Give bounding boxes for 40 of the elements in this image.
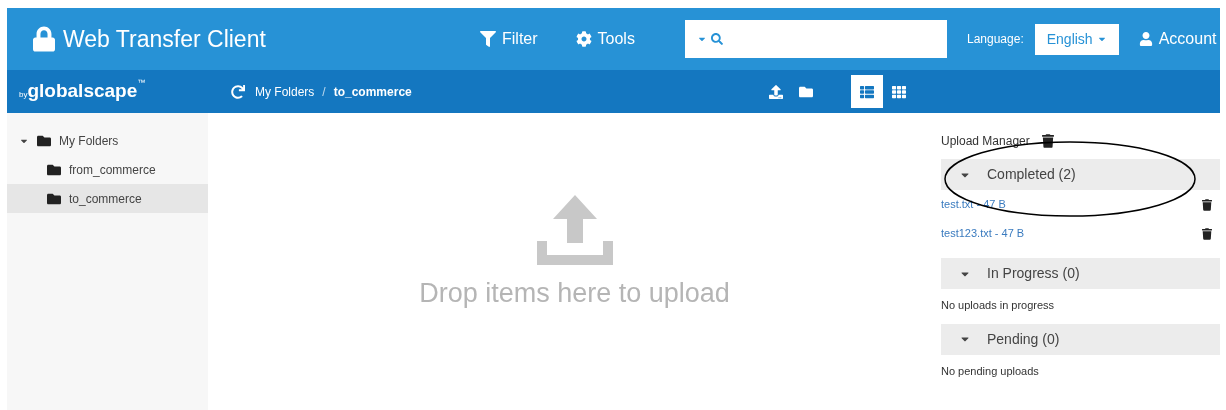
upload-icon[interactable] <box>768 84 783 99</box>
tree-item[interactable]: My Folders <box>7 126 208 155</box>
lock-icon <box>33 26 55 52</box>
app-title: Web Transfer Client <box>63 24 266 54</box>
breadcrumb-separator: / <box>322 83 326 101</box>
breadcrumb-item[interactable]: My Folders <box>255 82 315 101</box>
nav-button[interactable]: Tools <box>575 27 635 51</box>
list-view-button[interactable] <box>850 75 883 108</box>
filter-icon <box>480 31 496 47</box>
section-header[interactable]: Pending (0) <box>941 323 1220 355</box>
tree-item[interactable]: to_commerce <box>7 184 208 213</box>
nav-button[interactable]: Filter <box>480 27 538 51</box>
file-link[interactable]: test123.txt - 47 B <box>941 225 1025 242</box>
folder-icon <box>47 191 61 206</box>
settings-icon <box>575 31 592 47</box>
search-field[interactable] <box>685 20 947 58</box>
trash-icon[interactable] <box>1041 134 1054 148</box>
breadcrumb-item: to_commerce <box>333 83 412 101</box>
search-icon <box>711 33 723 45</box>
list-icon <box>859 84 874 99</box>
language-dropdown[interactable]: English <box>1034 23 1119 55</box>
account-button[interactable]: Account <box>1138 27 1217 51</box>
language-label: Language: <box>967 31 1024 48</box>
user-icon <box>1138 32 1153 46</box>
brand-logo: byglobalscape™ <box>18 77 147 104</box>
section-header[interactable]: Completed (2) <box>941 159 1220 190</box>
empty-message: No pending uploads <box>941 363 1040 379</box>
trash-icon[interactable] <box>1202 198 1212 211</box>
upload-manager-title: Upload Manager <box>941 133 1030 150</box>
drop-hint: Drop items here to upload <box>419 277 730 310</box>
grid-icon <box>891 84 906 99</box>
refresh-icon[interactable] <box>231 84 245 99</box>
section-header[interactable]: In Progress (0) <box>941 258 1220 289</box>
tree-item[interactable]: from_commerce <box>7 155 208 184</box>
trash-icon[interactable] <box>1202 227 1212 240</box>
empty-message: No uploads in progress <box>941 298 1056 313</box>
folder-icon <box>47 162 61 177</box>
upload-icon <box>534 193 615 265</box>
folder-icon[interactable] <box>798 84 813 99</box>
folder-icon <box>37 133 51 148</box>
